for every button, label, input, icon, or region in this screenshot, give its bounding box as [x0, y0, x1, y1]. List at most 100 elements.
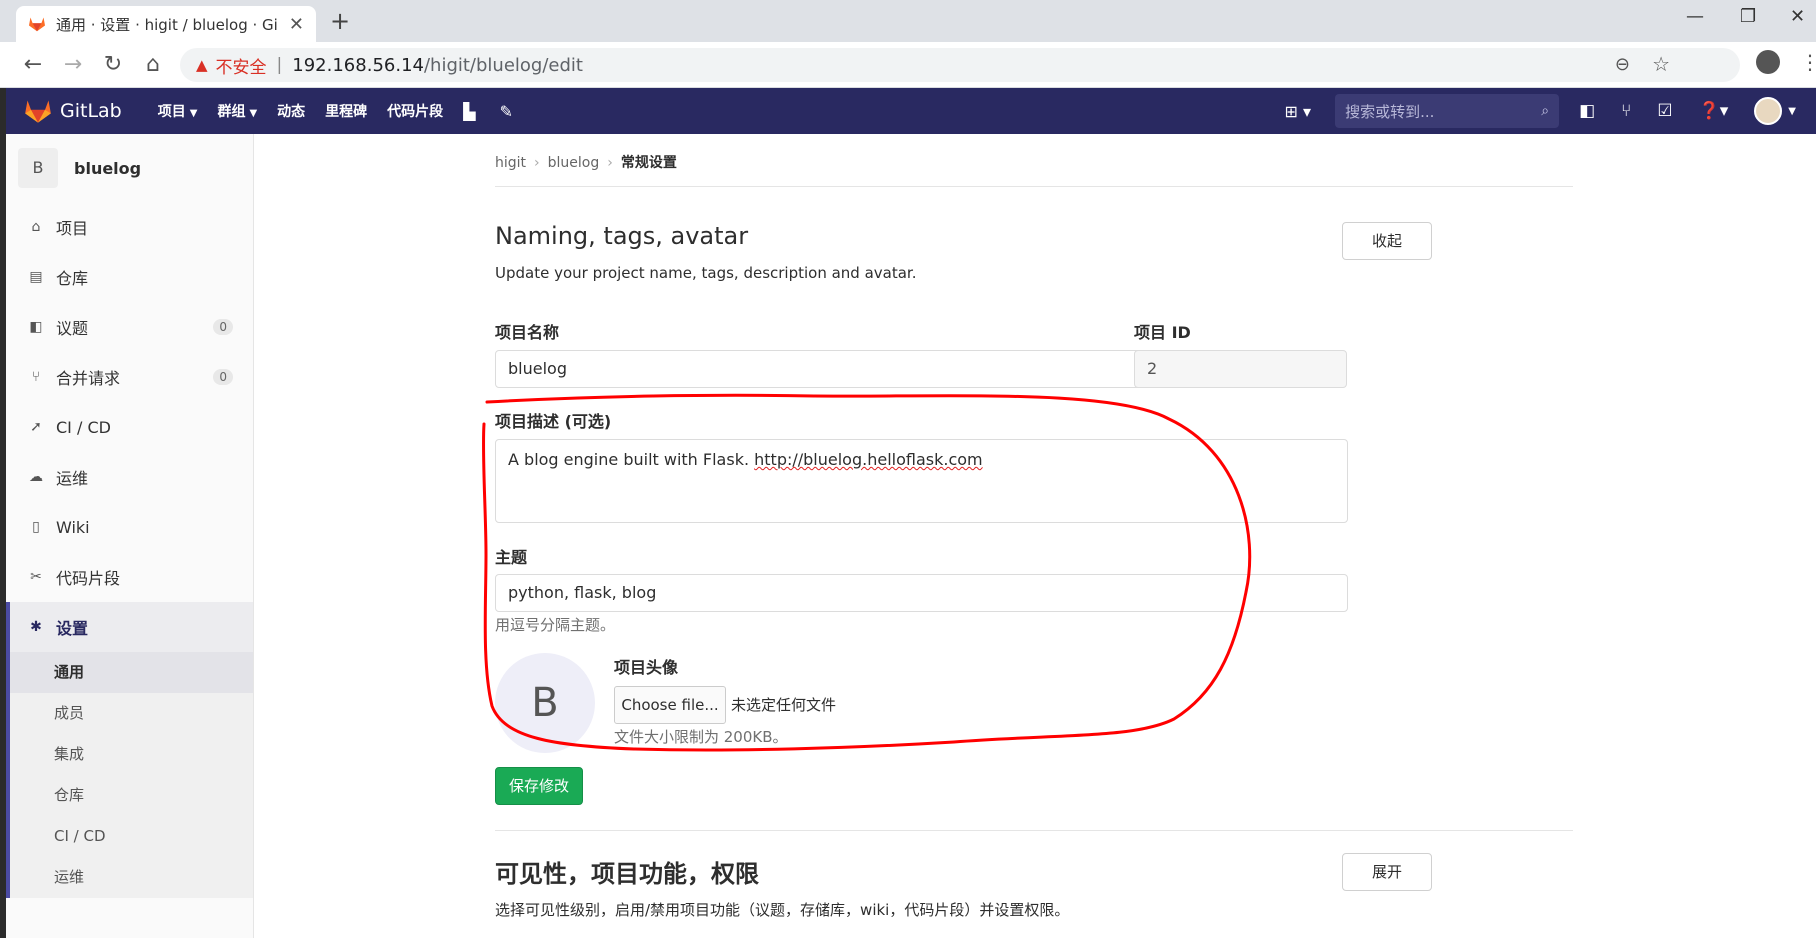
project-avatar-label: 项目头像 [614, 658, 679, 677]
main-content: higit › bluelog › 常规设置 Naming, tags, avatar … [254, 134, 1816, 938]
new-plus-icon[interactable]: ⊞ ▾ [1285, 102, 1312, 121]
todo-check-icon[interactable]: ☑ [1657, 101, 1672, 121]
window-minimize-icon[interactable]: — [1686, 6, 1704, 27]
issues-count-badge: 0 [213, 319, 233, 335]
submenu-item-integrations[interactable]: 集成 [6, 734, 253, 775]
browser-menu-icon[interactable]: ⋮ [1800, 50, 1816, 74]
nav-milestones[interactable]: 里程碑 [325, 101, 367, 121]
admin-wrench-icon[interactable]: ✎ [499, 102, 512, 121]
merge-requests-count-badge: 0 [213, 369, 233, 385]
tab-title: 通用 · 设置 · higit / bluelog · Gi [56, 15, 278, 34]
address-bar[interactable]: ▲ 不安全 | 192.168.56.14 /higit/bluelog/edi… [180, 48, 1740, 82]
browser-profile-icon[interactable] [1756, 50, 1780, 74]
browser-tab[interactable]: 通用 · 设置 · higit / bluelog · Gi ✕ [16, 6, 316, 42]
visibility-section-description: 选择可见性级别，启用/禁用项目功能（议题，存储库，wiki，代码片段）并设置权限… [495, 901, 1070, 919]
help-icon[interactable]: ❓▾ [1699, 101, 1729, 121]
warning-icon: ▲ [196, 56, 208, 74]
issues-icon: ◧ [29, 319, 43, 335]
chevron-down-icon[interactable]: ▼ [1788, 106, 1796, 117]
breadcrumb-group[interactable]: higit [495, 155, 526, 171]
project-name-label: 项目名称 [495, 323, 560, 342]
search-icon: ⌕ [1541, 103, 1550, 119]
topics-input[interactable]: python, flask, blog [495, 574, 1348, 612]
sidebar-item-issues[interactable]: ◧ 议题 0 [6, 302, 253, 352]
repository-icon: ▤ [29, 269, 43, 285]
nav-snippets[interactable]: 代码片段 [387, 101, 443, 121]
project-avatar: B [18, 148, 58, 188]
forward-arrow-icon[interactable]: → [58, 50, 88, 80]
back-arrow-icon[interactable]: ← [18, 50, 48, 80]
sidebar-item-label: 仓库 [56, 269, 89, 288]
project-id-label: 项目 ID [1134, 323, 1191, 342]
home-icon[interactable]: ⌂ [138, 50, 168, 80]
submenu-item-repository[interactable]: 仓库 [6, 775, 253, 816]
save-changes-button[interactable]: 保存修改 [495, 767, 583, 805]
sidebar-item-merge-requests[interactable]: ⑂ 合并请求 0 [6, 352, 253, 402]
sidebar-item-settings[interactable]: ✱ 设置 [6, 602, 253, 652]
sidebar-item-operations[interactable]: ☁ 运维 [6, 452, 253, 502]
red-freehand-annotation [481, 393, 1252, 752]
sidebar-item-project[interactable]: ⌂ 项目 [6, 202, 253, 252]
sidebar-item-snippets[interactable]: ✂ 代码片段 [6, 552, 253, 602]
gitlab-logo-icon[interactable] [24, 98, 52, 124]
url-host: 192.168.56.14 [292, 54, 424, 76]
divider [495, 186, 1573, 187]
gitlab-favicon-icon [29, 17, 45, 32]
tab-close-icon[interactable]: ✕ [289, 14, 304, 35]
sidebar-item-repository[interactable]: ▤ 仓库 [6, 252, 253, 302]
settings-submenu: 通用 成员 集成 仓库 CI / CD 运维 [6, 652, 253, 898]
scissors-icon: ✂ [30, 569, 42, 585]
search-placeholder: 搜索或转到... [1345, 102, 1435, 121]
breadcrumb-project[interactable]: bluelog [548, 155, 600, 171]
merge-request-icon[interactable]: ⑂ [1621, 101, 1631, 121]
window-restore-icon[interactable]: ❐ [1740, 6, 1756, 27]
reload-icon[interactable]: ↻ [98, 50, 128, 80]
chevron-down-icon: ▼ [189, 108, 198, 119]
url-path: /higit/bluelog/edit [423, 54, 583, 76]
new-tab-button[interactable]: + [330, 6, 350, 36]
submenu-item-ci-cd[interactable]: CI / CD [6, 816, 253, 857]
expand-button[interactable]: 展开 [1342, 853, 1432, 891]
browser-tab-strip: 通用 · 设置 · higit / bluelog · Gi ✕ + — ❐ ✕ [0, 0, 1816, 42]
choose-file-button[interactable]: Choose file... [614, 686, 726, 724]
bookmark-star-icon[interactable]: ☆ [1652, 52, 1670, 76]
sidebar-item-ci-cd[interactable]: ➚ CI / CD [6, 402, 253, 452]
submenu-item-operations[interactable]: 运维 [6, 857, 253, 898]
project-description-textarea[interactable]: A blog engine built with Flask. http://b… [495, 439, 1348, 523]
collapse-button[interactable]: 收起 [1342, 222, 1432, 260]
home-icon: ⌂ [31, 219, 41, 235]
issues-icon[interactable]: ◧ [1579, 101, 1595, 121]
search-input[interactable]: 搜索或转到... ⌕ [1335, 94, 1560, 128]
analytics-chart-icon[interactable]: ▙ [463, 102, 475, 121]
submenu-item-general[interactable]: 通用 [6, 652, 253, 693]
insecure-label: 不安全 [215, 57, 267, 78]
project-name-input[interactable]: bluelog [495, 350, 1205, 388]
nav-activity[interactable]: 动态 [277, 101, 305, 121]
breadcrumb-current[interactable]: 常规设置 [621, 155, 677, 171]
topics-label: 主题 [495, 548, 528, 567]
sidebar-item-label: 代码片段 [56, 569, 121, 588]
sidebar-item-label: 设置 [56, 619, 89, 638]
sidebar-item-wiki[interactable]: ▯ Wiki [6, 502, 253, 552]
merge-request-icon: ⑂ [31, 369, 41, 385]
zoom-icon[interactable]: ⊖ [1615, 54, 1630, 75]
file-size-hint: 文件大小限制为 200KB。 [614, 728, 788, 746]
visibility-section-title: 可见性，项目功能，权限 [495, 860, 759, 888]
naming-section-title: Naming, tags, avatar [495, 222, 749, 250]
sidebar-project-header[interactable]: B bluelog [6, 134, 253, 202]
breadcrumb: higit › bluelog › 常规设置 [495, 152, 677, 172]
browser-toolbar: ← → ↻ ⌂ ▲ 不安全 | 192.168.56.14 /higit/blu… [0, 42, 1816, 88]
sidebar-item-label: 合并请求 [56, 369, 121, 388]
nav-groups[interactable]: 群组 ▼ [217, 101, 257, 121]
user-avatar[interactable] [1754, 97, 1783, 125]
nav-groups-label: 群组 [217, 104, 246, 120]
window-close-icon[interactable]: ✕ [1790, 6, 1805, 27]
submenu-item-members[interactable]: 成员 [6, 693, 253, 734]
gitlab-navbar: GitLab 项目 ▼ 群组 ▼ 动态 里程碑 代码片段 ▙ ✎ ⊞ ▾ 搜索或转到… [6, 88, 1816, 134]
sidebar-item-label: 议题 [56, 319, 89, 338]
sidebar-item-label: CI / CD [56, 417, 111, 437]
nav-projects[interactable]: 项目 ▼ [158, 101, 198, 121]
gitlab-brand[interactable]: GitLab [60, 100, 122, 122]
chevron-down-icon: ▼ [249, 108, 258, 119]
sidebar-item-label: 运维 [56, 469, 89, 488]
